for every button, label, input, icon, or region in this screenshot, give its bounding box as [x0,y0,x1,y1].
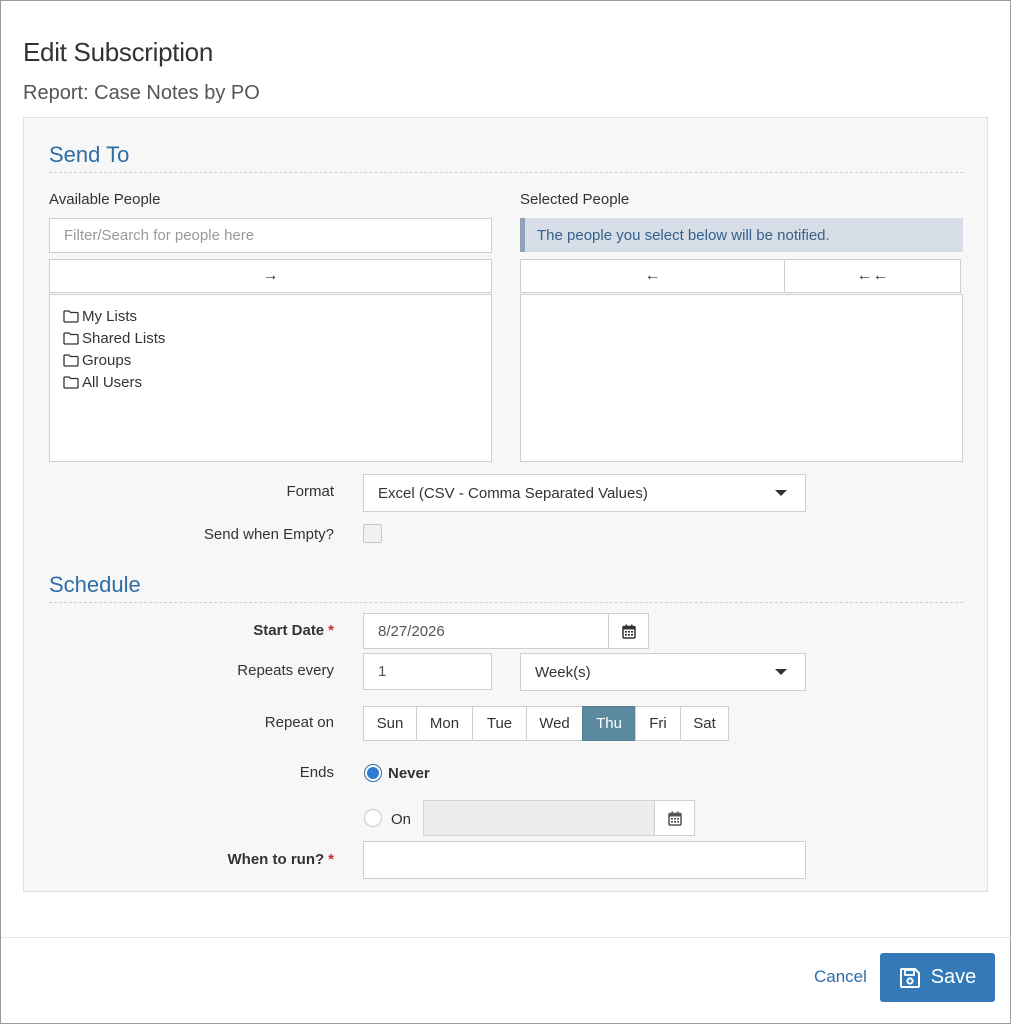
ends-on-radio[interactable] [364,809,382,827]
start-date-label: Start Date * [24,622,334,639]
tree-item[interactable]: My Lists [63,305,491,327]
modal-title: Edit Subscription [23,37,214,67]
arrow-right-icon: → [262,267,279,284]
day-mon-button[interactable]: Mon [416,706,473,741]
remove-all-button[interactable]: ←← [784,259,961,293]
folder-icon [63,353,79,367]
start-date-input[interactable]: 8/27/2026 [363,613,609,649]
available-people-list[interactable]: My Lists Shared Lists Groups All Users [49,294,492,462]
ends-on-calendar-button[interactable] [654,800,695,836]
required-indicator: * [328,851,334,868]
tree-item[interactable]: Shared Lists [63,327,491,349]
send-to-heading: Send To [49,142,963,173]
day-sun-button[interactable]: Sun [363,706,417,741]
people-search-input[interactable]: Filter/Search for people here [49,218,492,253]
selected-people-list[interactable] [520,294,963,462]
when-to-run-label-text: When to run? [227,851,325,868]
ends-on-date-input[interactable] [423,800,655,836]
footer-divider [1,937,1011,938]
repeats-every-label: Repeats every [237,662,334,679]
day-sat-button[interactable]: Sat [680,706,729,741]
selected-info-message: The people you select below will be noti… [520,218,963,252]
folder-icon [63,309,79,323]
repeats-unit-select[interactable]: Week(s) [520,653,806,691]
report-subtitle: Report: Case Notes by PO [23,82,260,104]
ends-never-label[interactable]: Never [388,765,430,782]
repeat-on-days: Sun Mon Tue Wed Thu Fri Sat [363,706,729,741]
calendar-icon [621,624,636,639]
day-fri-button[interactable]: Fri [635,706,681,741]
folder-icon [63,331,79,345]
remove-selected-button[interactable]: ← [520,259,785,293]
repeats-count-input[interactable]: 1 [363,653,492,690]
tree-item[interactable]: Groups [63,349,491,371]
double-arrow-left-icon: ←← [856,267,889,284]
schedule-heading: Schedule [49,572,963,603]
when-to-run-input[interactable] [363,841,806,879]
cancel-button[interactable]: Cancel [814,967,867,987]
tree-item-label: Shared Lists [82,329,166,347]
when-to-run-label: When to run? * [24,851,335,868]
format-value: Excel (CSV - Comma Separated Values) [378,484,648,502]
add-selected-button[interactable]: → [49,259,492,293]
tree-item-label: Groups [82,351,132,369]
save-icon [899,967,920,988]
available-people-label: Available People [49,191,161,208]
caret-down-icon [775,490,787,496]
tree-item-label: My Lists [82,307,138,325]
ends-on-label[interactable]: On [391,811,411,828]
edit-subscription-modal: Edit Subscription Report: Case Notes by … [0,0,1011,1024]
format-select[interactable]: Excel (CSV - Comma Separated Values) [363,474,806,512]
day-thu-button[interactable]: Thu [582,706,636,741]
subscription-form-panel: Send To Available People Filter/Search f… [23,117,988,892]
ends-label: Ends [299,764,334,781]
ends-never-radio[interactable] [364,764,382,782]
repeat-on-label: Repeat on [264,714,334,731]
required-indicator: * [328,622,334,639]
calendar-icon [667,811,682,826]
day-tue-button[interactable]: Tue [472,706,527,741]
arrow-left-icon: ← [644,267,661,284]
caret-down-icon [775,669,787,675]
save-button[interactable]: Save [880,953,995,1002]
folder-icon [63,375,79,389]
start-date-calendar-button[interactable] [608,613,649,649]
tree-item[interactable]: All Users [63,371,491,393]
start-date-label-text: Start Date [253,622,325,639]
tree-item-label: All Users [82,373,143,391]
send-when-empty-label: Send when Empty? [203,526,334,543]
day-wed-button[interactable]: Wed [526,706,583,741]
selected-people-label: Selected People [520,191,630,208]
format-label: Format [286,483,334,500]
save-button-label: Save [930,966,977,988]
send-when-empty-checkbox[interactable] [363,524,382,543]
repeats-unit-value: Week(s) [535,663,591,681]
